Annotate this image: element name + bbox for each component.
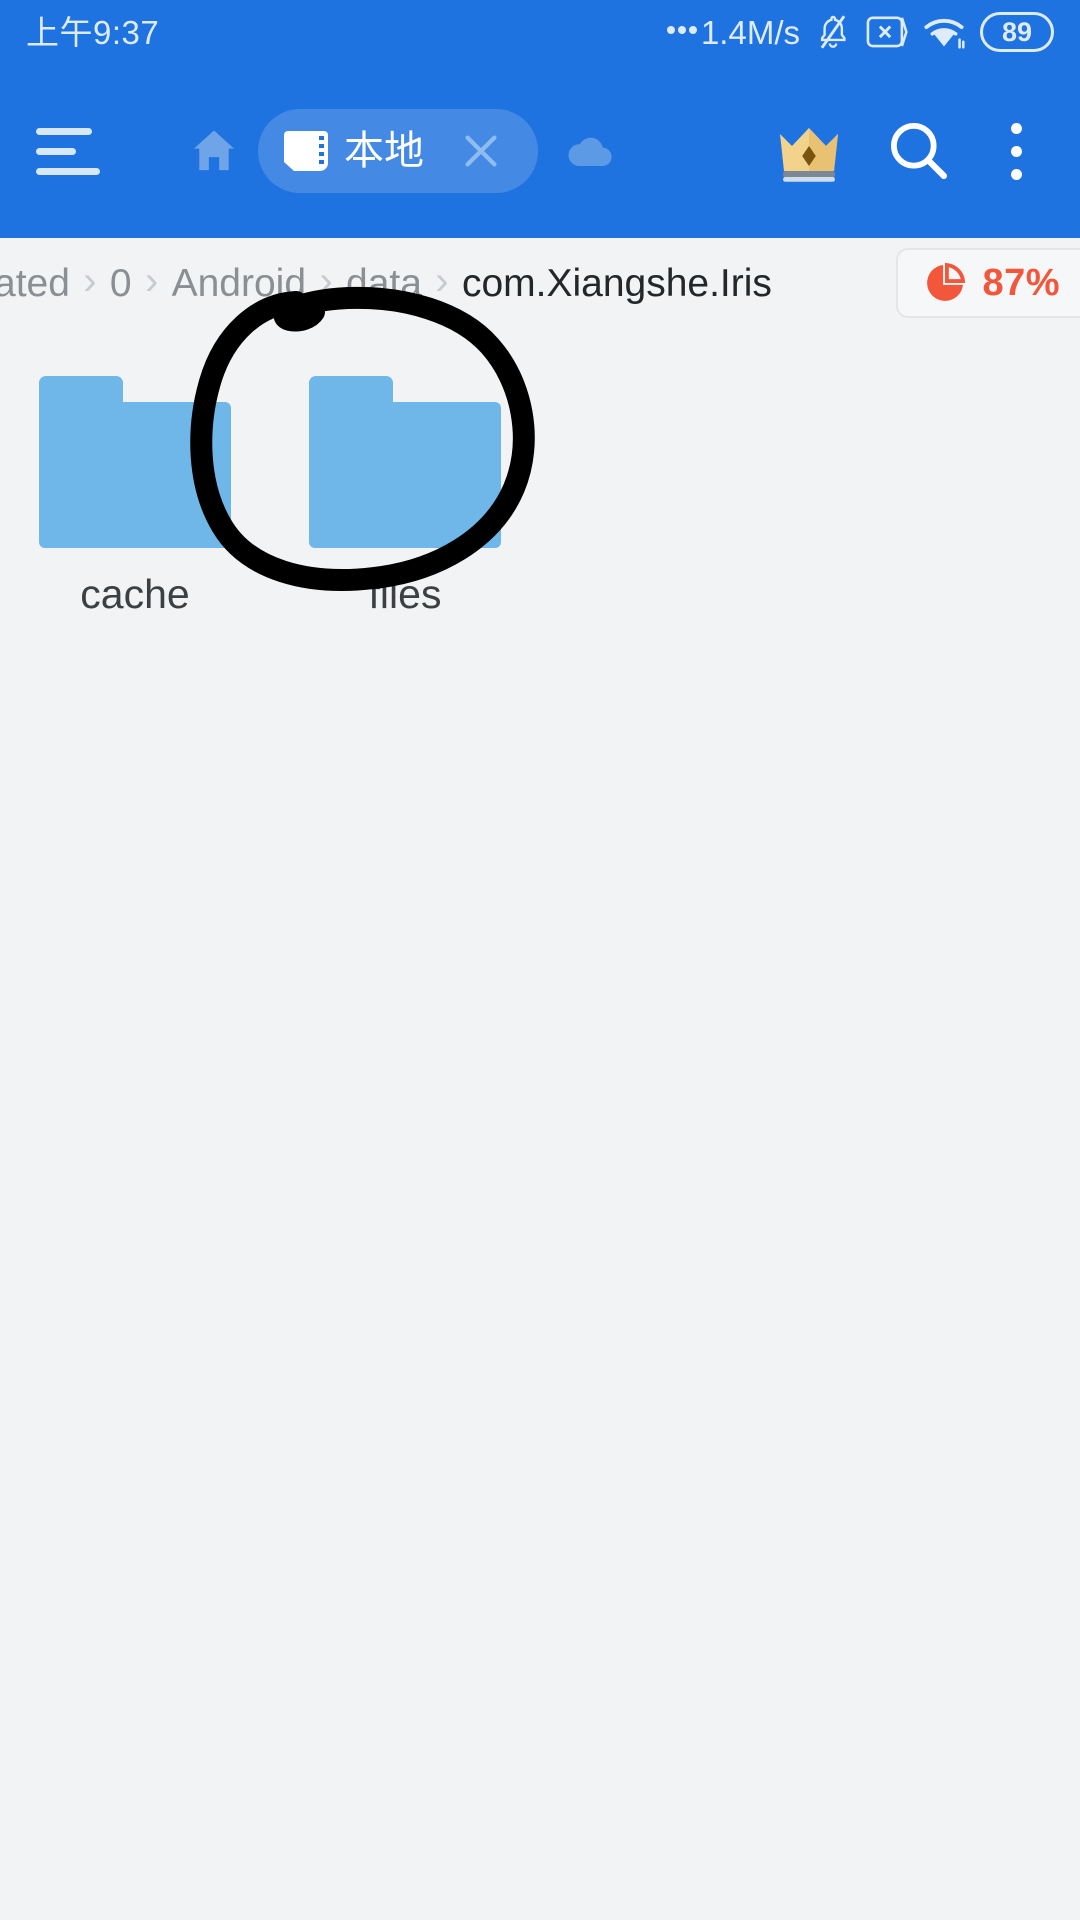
network-speed-label: 1.4M/s	[700, 13, 800, 51]
file-grid: cache files	[0, 360, 1080, 615]
pie-chart-icon	[927, 262, 966, 301]
breadcrumb-item-2[interactable]: Android	[172, 264, 306, 303]
cloud-icon[interactable]	[560, 120, 622, 182]
sd-card-icon	[284, 131, 328, 171]
breadcrumb-item-1[interactable]: 0	[110, 264, 132, 303]
file-item-files[interactable]: files	[270, 360, 540, 615]
network-speed: 1.4M/s	[666, 13, 800, 51]
file-name: cache	[80, 574, 190, 615]
wifi-icon	[924, 18, 965, 49]
search-icon[interactable]	[876, 108, 962, 194]
status-bar: 上午9:37 1.4M/s 89	[0, 0, 1080, 64]
ellipsis-icon	[666, 26, 697, 38]
battery-icon: 89	[980, 12, 1054, 52]
breadcrumb-separator: ›	[83, 259, 97, 303]
home-icon[interactable]	[178, 115, 250, 187]
close-icon[interactable]	[454, 124, 508, 178]
crown-icon[interactable]	[766, 108, 852, 194]
tab-local[interactable]: 本地	[258, 109, 538, 193]
storage-percent: 87%	[982, 262, 1060, 304]
breadcrumb-separator: ›	[319, 259, 333, 303]
battery-level: 89	[1001, 16, 1033, 47]
folder-icon	[309, 376, 501, 548]
breadcrumb-separator: ›	[144, 259, 159, 303]
folder-icon	[39, 376, 231, 548]
more-vertical-icon[interactable]	[978, 108, 1054, 194]
status-bar-clock: 上午9:37	[26, 13, 160, 51]
breadcrumb-item-3[interactable]: data	[346, 264, 422, 303]
breadcrumb-item-0[interactable]: ated	[0, 264, 70, 303]
hamburger-menu-icon[interactable]	[36, 108, 122, 194]
file-item-cache[interactable]: cache	[0, 360, 270, 615]
bell-muted-icon	[820, 15, 846, 49]
breadcrumb-separator: ›	[435, 259, 449, 303]
storage-badge[interactable]: 87%	[896, 248, 1080, 318]
sim-card-disabled-icon	[866, 16, 908, 48]
breadcrumb-item-current[interactable]: com.Xiangshe.Iris	[462, 264, 772, 303]
app-toolbar: 本地	[0, 64, 1080, 238]
file-name: files	[368, 574, 442, 615]
status-bar-icons: 1.4M/s 89	[666, 12, 1054, 52]
tab-local-label: 本地	[344, 129, 424, 173]
app-screen: 上午9:37 1.4M/s 89 本地 ated › 0 › Android ›…	[0, 0, 1080, 1920]
